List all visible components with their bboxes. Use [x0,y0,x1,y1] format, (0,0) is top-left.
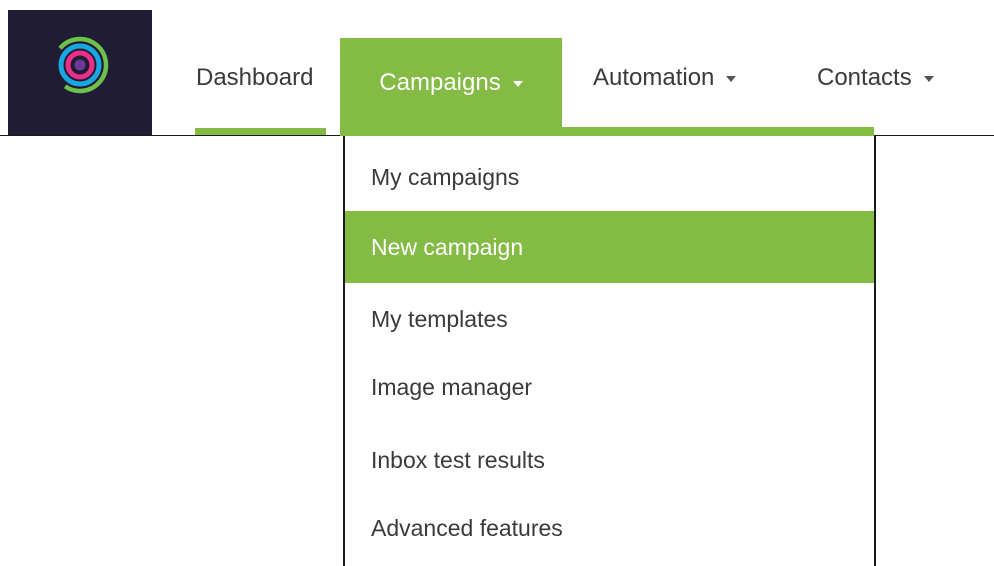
logo[interactable] [8,10,152,136]
menu-item-label: Advanced features [371,514,563,541]
campaigns-dropdown-menu: My campaigns New campaign My templates I… [343,136,876,566]
nav-campaigns-label: Campaigns [379,69,501,96]
menu-item-label: My campaigns [371,163,520,190]
nav-automation-label: Automation [593,64,715,91]
menu-item-label: My templates [371,305,508,332]
nav-dashboard[interactable]: Dashboard [196,38,313,118]
nav-dashboard-label: Dashboard [196,64,314,91]
menu-item-image-manager[interactable]: Image manager [345,351,874,423]
concentric-rings-logo-icon [51,36,109,94]
nav-contacts[interactable]: Contacts [817,38,934,118]
campaigns-dropdown-top-bar [340,127,874,136]
menu-item-label: Inbox test results [371,446,545,473]
menu-item-my-campaigns[interactable]: My campaigns [345,141,874,213]
nav-campaigns[interactable]: Campaigns [340,38,562,128]
top-navigation-bar: Dashboard Campaigns Automation Contacts [0,0,994,136]
menu-item-label: New campaign [371,233,524,260]
nav-contacts-label: Contacts [817,64,912,91]
menu-item-label: Image manager [371,373,533,400]
menu-item-my-templates[interactable]: My templates [345,283,874,355]
caret-down-icon [923,76,934,82]
caret-down-icon [512,81,523,87]
menu-item-advanced-features[interactable]: Advanced features [345,492,874,564]
menu-item-inbox-test-results[interactable]: Inbox test results [345,424,874,496]
nav-automation[interactable]: Automation [593,38,737,118]
caret-down-icon [726,76,737,82]
menu-item-new-campaign[interactable]: New campaign [345,211,874,283]
